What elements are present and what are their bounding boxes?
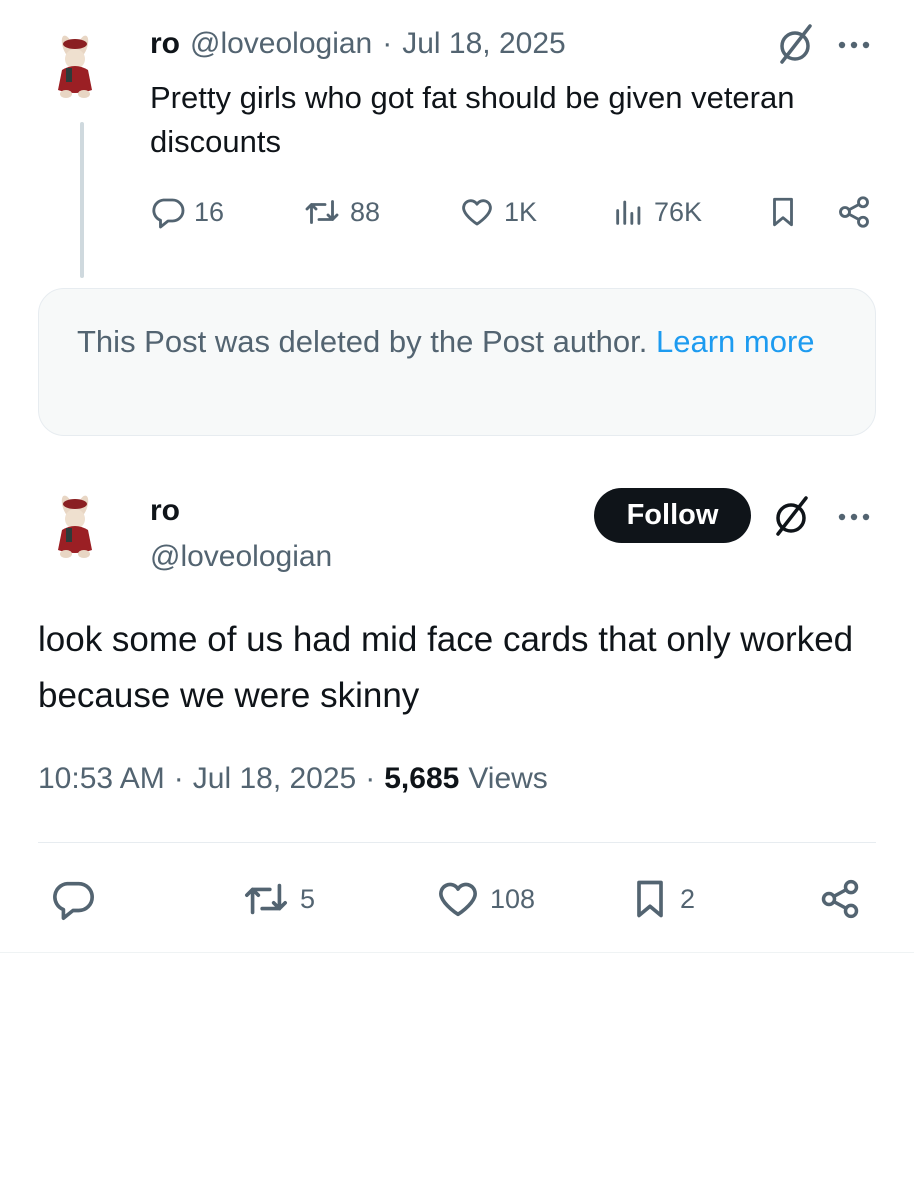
share-button[interactable] (836, 194, 872, 230)
repost-icon (245, 883, 287, 915)
bookmark-button[interactable] (766, 194, 800, 230)
post-date[interactable]: Jul 18, 2025 (193, 762, 356, 796)
views-icon (616, 200, 641, 225)
reply-icon (152, 198, 185, 229)
main-reply-button[interactable] (50, 876, 96, 922)
follow-button[interactable]: Follow (594, 488, 751, 543)
main-author-avatar[interactable] (38, 490, 112, 564)
separator-dot: · (173, 762, 184, 795)
main-repost-button[interactable]: 5 (240, 876, 315, 922)
thread-connector-line (80, 122, 84, 278)
views-label: Views (468, 762, 548, 795)
main-post-text: look some of us had mid face cards that … (38, 620, 854, 715)
post-bottom-divider (0, 952, 914, 953)
reply-count: 16 (194, 196, 225, 227)
like-icon (439, 882, 477, 917)
repost-button[interactable]: 88 (302, 194, 380, 230)
post-metadata: 10:53 AM · Jul 18, 2025 · 5,685 Views (38, 762, 548, 796)
author-handle[interactable]: @loveologian (190, 27, 372, 61)
main-grok-icon[interactable] (772, 494, 812, 543)
like-count: 1K (504, 196, 538, 227)
main-author-handle[interactable]: @loveologian (150, 540, 332, 574)
reply-icon (53, 881, 94, 920)
views-count[interactable]: 5,685 (384, 762, 459, 796)
post-date[interactable]: Jul 18, 2025 (402, 27, 565, 61)
reply-button[interactable]: 16 (150, 194, 224, 230)
main-bookmark-count: 2 (680, 883, 696, 914)
main-author-name[interactable]: ro (150, 494, 180, 528)
main-like-count: 108 (490, 883, 536, 914)
separator-dot: · (382, 27, 393, 60)
learn-more-link[interactable]: Learn more (656, 324, 815, 359)
views-button[interactable]: 76K (612, 194, 702, 230)
separator-dot: · (365, 762, 376, 795)
metadata-divider (38, 842, 876, 843)
repost-count: 88 (350, 196, 381, 227)
quoted-post-text: Pretty girls who got fat should be given… (150, 80, 795, 159)
main-share-button[interactable] (818, 876, 862, 922)
views-count: 76K (654, 196, 703, 227)
deleted-notice-text: This Post was deleted by the Post author… (77, 324, 648, 359)
repost-icon (305, 200, 339, 224)
like-button[interactable]: 1K (458, 194, 537, 230)
grok-icon[interactable] (776, 22, 816, 71)
bookmark-icon (637, 880, 663, 918)
more-icon[interactable] (836, 38, 872, 56)
quoted-post-header: ro @loveologian · Jul 18, 2025 (150, 24, 566, 64)
main-repost-count: 5 (300, 883, 316, 914)
share-icon (839, 196, 869, 228)
post-time[interactable]: 10:53 AM (38, 762, 165, 796)
deleted-post-notice: This Post was deleted by the Post author… (38, 288, 876, 436)
bookmark-icon (773, 197, 793, 227)
share-icon (821, 879, 859, 919)
author-name[interactable]: ro (150, 27, 180, 61)
author-avatar[interactable] (38, 30, 112, 104)
like-icon (462, 199, 492, 226)
main-bookmark-button[interactable]: 2 (628, 876, 695, 922)
main-like-button[interactable]: 108 (434, 876, 535, 922)
main-more-icon[interactable] (836, 510, 872, 528)
